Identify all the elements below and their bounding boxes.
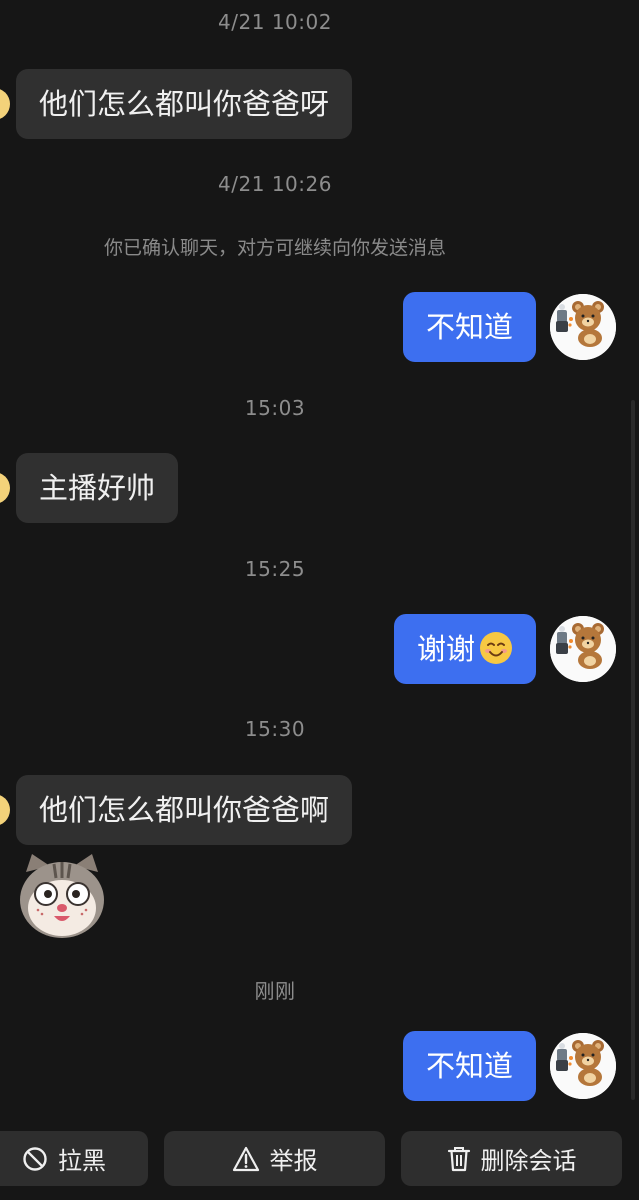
outgoing-message-bubble[interactable]: 谢谢 [393, 614, 536, 684]
bear-avatar-icon [550, 294, 616, 360]
timestamp: 15:25 [244, 557, 306, 581]
message-text: 不知道 [425, 1049, 513, 1083]
outgoing-message-bubble[interactable]: 不知道 [402, 292, 536, 362]
delete-conversation-label: 删除会话 [480, 1147, 577, 1175]
outgoing-message-bubble[interactable]: 不知道 [402, 1031, 536, 1101]
warning-icon [232, 1146, 259, 1171]
timestamp: 15:03 [244, 396, 306, 420]
peer-avatar[interactable] [0, 794, 10, 826]
scrollbar[interactable] [631, 400, 635, 1100]
action-bar: 拉黑 举报 删除会话 [0, 1131, 639, 1188]
block-button[interactable]: 拉黑 [0, 1131, 148, 1186]
smiling-face-emoji-icon [480, 632, 512, 664]
incoming-message-bubble[interactable]: 他们怎么都叫你爸爸呀 [16, 69, 353, 139]
timestamp: 15:30 [244, 717, 306, 741]
message-text: 不知道 [425, 310, 513, 344]
trash-icon [447, 1146, 470, 1171]
report-button[interactable]: 举报 [164, 1131, 385, 1186]
incoming-message-bubble[interactable]: 主播好帅 [16, 453, 179, 523]
cat-face-sticker-icon[interactable] [16, 852, 108, 940]
report-label: 举报 [269, 1147, 318, 1175]
message-text: 他们怎么都叫你爸爸啊 [39, 793, 330, 827]
bear-avatar-icon [550, 1033, 616, 1099]
message-text: 主播好帅 [39, 471, 156, 505]
block-label: 拉黑 [58, 1147, 106, 1175]
timestamp: 刚刚 [254, 979, 296, 1003]
message-text: 他们怎么都叫你爸爸呀 [39, 87, 330, 121]
incoming-message-bubble[interactable]: 他们怎么都叫你爸爸啊 [16, 775, 353, 845]
block-icon [23, 1146, 47, 1171]
self-avatar[interactable] [550, 1033, 616, 1099]
self-avatar[interactable] [550, 294, 616, 360]
timestamp: 4/21 10:26 [218, 172, 332, 196]
peer-avatar[interactable] [0, 472, 10, 504]
delete-conversation-button[interactable]: 删除会话 [401, 1131, 622, 1186]
message-text: 谢谢 [416, 632, 475, 666]
self-avatar[interactable] [550, 616, 616, 682]
bear-avatar-icon [550, 616, 616, 682]
peer-avatar[interactable] [0, 88, 10, 120]
system-notice: 你已确认聊天，对方可继续向你发送消息 [103, 237, 446, 259]
timestamp: 4/21 10:02 [218, 10, 332, 34]
